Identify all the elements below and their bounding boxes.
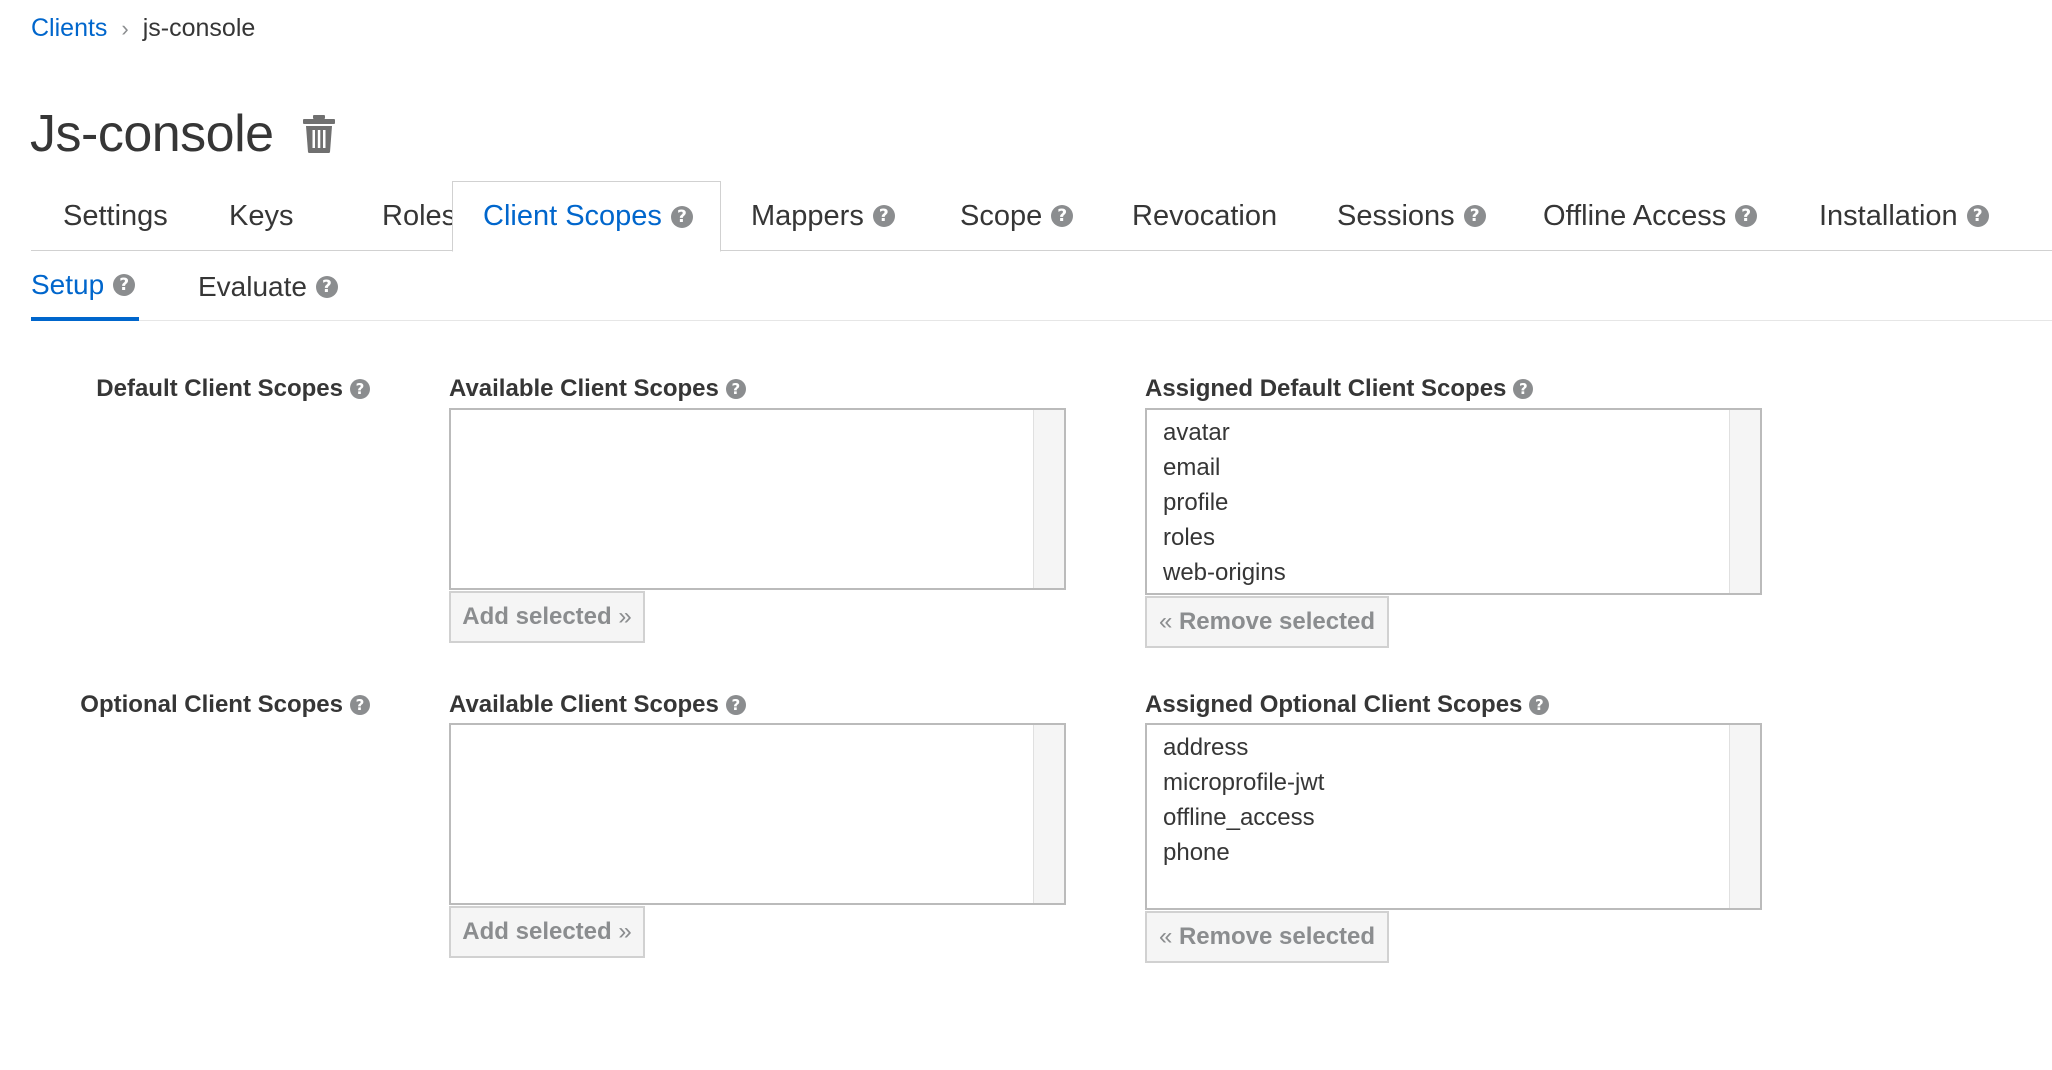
tab-label: Mappers <box>751 199 864 232</box>
tab-label: Roles <box>382 199 457 232</box>
optional-available-listbox[interactable] <box>449 723 1066 905</box>
subtab-setup[interactable]: Setup ? <box>31 252 139 321</box>
row-label-text: Default Client Scopes <box>96 375 343 402</box>
help-icon[interactable]: ? <box>1463 205 1486 227</box>
breadcrumb-clients-link[interactable]: Clients <box>31 14 107 43</box>
optional-client-scopes-label: Optional Client Scopes ? <box>40 688 370 722</box>
help-icon[interactable]: ? <box>350 695 370 715</box>
default-available-list <box>451 410 1064 415</box>
list-item[interactable]: microprofile-jwt <box>1163 765 1760 800</box>
default-available-label: Available Client Scopes ? <box>449 372 746 406</box>
optional-available-label: Available Client Scopes ? <box>449 688 746 722</box>
tab-revocation[interactable]: Revocation <box>1132 181 1302 251</box>
main-tabs: Settings Keys Roles Client Scopes ? Mapp… <box>31 181 2052 252</box>
scrollbar[interactable] <box>1033 410 1064 588</box>
double-chevron-right-icon: » <box>611 603 632 630</box>
page-title: Js-console <box>30 105 274 163</box>
tab-label: Sessions <box>1337 199 1455 232</box>
sub-tabs: Setup ? Evaluate ? <box>31 252 2052 321</box>
assigned-default-label: Assigned Default Client Scopes ? <box>1145 372 1534 406</box>
subtab-label: Evaluate <box>198 270 307 302</box>
assigned-default-list: avatar email profile roles web-origins <box>1147 410 1760 590</box>
subtab-evaluate[interactable]: Evaluate ? <box>198 252 358 321</box>
tab-label: Revocation <box>1132 199 1278 232</box>
col-label-text: Assigned Optional Client Scopes <box>1145 691 1523 718</box>
button-label: Add selected <box>462 918 612 945</box>
list-item[interactable]: offline_access <box>1163 800 1760 835</box>
subtab-label: Setup <box>31 268 105 300</box>
list-item[interactable]: roles <box>1163 520 1760 555</box>
col-label-text: Available Client Scopes <box>449 691 719 718</box>
help-icon[interactable]: ? <box>1966 205 1989 227</box>
double-chevron-left-icon: « <box>1158 608 1179 635</box>
tab-label: Client Scopes <box>483 200 662 232</box>
breadcrumb-current: js-console <box>142 14 256 42</box>
button-label: Remove selected <box>1178 608 1376 635</box>
list-item[interactable]: profile <box>1163 485 1760 520</box>
assigned-optional-list: address microprofile-jwt offline_access … <box>1147 725 1760 870</box>
list-item[interactable]: address <box>1163 730 1760 765</box>
tab-keys[interactable]: Keys <box>186 181 293 251</box>
tab-sessions[interactable]: Sessions ? <box>1337 181 1517 251</box>
tab-label: Offline Access <box>1543 199 1727 232</box>
tab-installation[interactable]: Installation ? <box>1819 181 2039 251</box>
double-chevron-left-icon: « <box>1158 923 1179 950</box>
list-item[interactable]: avatar <box>1163 415 1760 450</box>
help-icon[interactable]: ? <box>670 205 693 228</box>
assigned-optional-label: Assigned Optional Client Scopes ? <box>1145 688 1550 722</box>
optional-available-list <box>451 725 1064 730</box>
row-label-text: Optional Client Scopes <box>80 691 343 718</box>
tab-settings[interactable]: Settings <box>31 181 186 251</box>
col-label-text: Available Client Scopes <box>449 375 719 402</box>
list-item[interactable]: web-origins <box>1163 555 1760 590</box>
assigned-optional-listbox[interactable]: address microprofile-jwt offline_access … <box>1145 723 1762 910</box>
help-icon[interactable]: ? <box>725 379 746 399</box>
tab-label: Scope <box>960 199 1043 232</box>
list-item[interactable]: email <box>1163 450 1760 485</box>
tab-scope[interactable]: Scope ? <box>960 181 1120 251</box>
col-label-text: Assigned Default Client Scopes <box>1145 375 1507 402</box>
breadcrumb: Clients › js-console <box>31 14 255 43</box>
double-chevron-right-icon: » <box>611 918 632 945</box>
add-selected-default-button[interactable]: Add selected » <box>449 591 645 643</box>
breadcrumb-separator: › <box>121 15 129 41</box>
list-item[interactable]: phone <box>1163 835 1760 870</box>
assigned-default-listbox[interactable]: avatar email profile roles web-origins <box>1145 408 1762 595</box>
default-available-listbox[interactable] <box>449 408 1066 590</box>
help-icon[interactable]: ? <box>1529 695 1550 715</box>
tab-label: Settings <box>63 199 168 232</box>
help-icon[interactable]: ? <box>350 379 370 399</box>
title-row: Js-console <box>30 104 336 164</box>
help-icon[interactable]: ? <box>872 205 895 227</box>
button-label: Add selected <box>462 603 612 630</box>
tab-label: Keys <box>229 199 294 232</box>
scrollbar[interactable] <box>1033 725 1064 903</box>
default-client-scopes-label: Default Client Scopes ? <box>40 372 370 406</box>
button-label: Remove selected <box>1178 923 1376 950</box>
scrollbar[interactable] <box>1729 725 1760 908</box>
help-icon[interactable]: ? <box>315 275 338 298</box>
help-icon[interactable]: ? <box>1051 205 1074 227</box>
scrollbar[interactable] <box>1729 410 1760 593</box>
tab-client-scopes[interactable]: Client Scopes ? <box>452 181 721 252</box>
remove-selected-optional-button[interactable]: « Remove selected <box>1145 911 1389 963</box>
help-icon[interactable]: ? <box>1735 205 1758 227</box>
remove-selected-default-button[interactable]: « Remove selected <box>1145 596 1389 648</box>
help-icon[interactable]: ? <box>725 695 746 715</box>
help-icon[interactable]: ? <box>113 273 136 296</box>
tab-offline-access[interactable]: Offline Access ? <box>1543 181 1773 251</box>
trash-icon[interactable] <box>302 114 336 154</box>
tab-mappers[interactable]: Mappers ? <box>751 181 951 251</box>
tab-label: Installation <box>1819 199 1958 232</box>
add-selected-optional-button[interactable]: Add selected » <box>449 906 645 958</box>
help-icon[interactable]: ? <box>1513 379 1534 399</box>
